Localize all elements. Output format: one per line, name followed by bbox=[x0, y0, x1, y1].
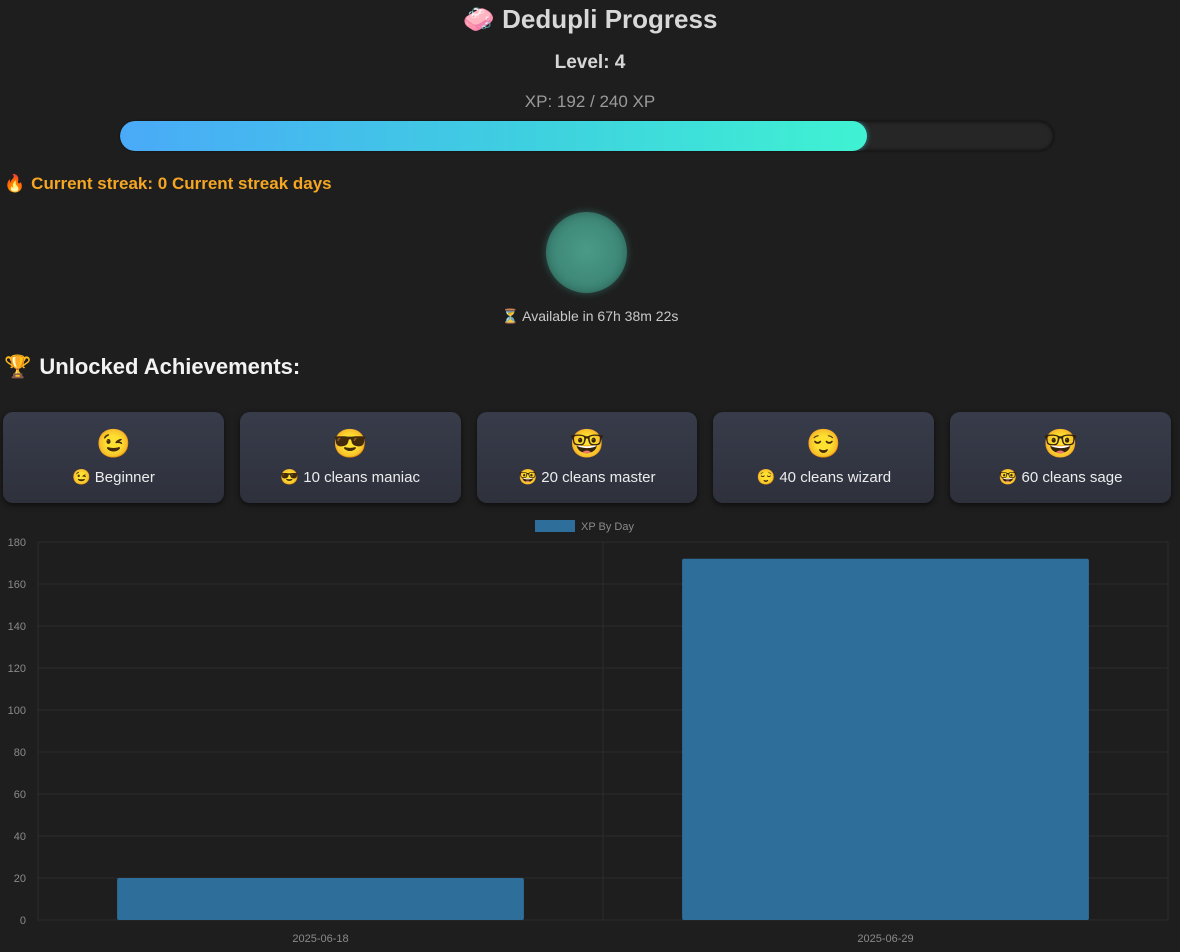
x-tick-label: 2025-06-29 bbox=[857, 933, 913, 945]
nerd-face-icon: 🤓 bbox=[1043, 428, 1079, 459]
achievement-card: 😎 😎 10 cleans maniac bbox=[239, 412, 461, 503]
achievement-card: 🤓 🤓 20 cleans master bbox=[476, 412, 698, 503]
y-tick-label: 140 bbox=[8, 621, 26, 633]
clean-action-orb[interactable] bbox=[546, 212, 627, 293]
y-tick-label: 20 bbox=[14, 873, 26, 885]
achievements-heading-text: Unlocked Achievements: bbox=[39, 354, 301, 379]
wink-face-icon: 😉 bbox=[95, 428, 131, 459]
achievement-card: 🤓 🤓 60 cleans sage bbox=[950, 412, 1171, 503]
bar bbox=[682, 558, 1089, 920]
xp-progress-bar bbox=[120, 121, 1054, 151]
y-tick-label: 60 bbox=[14, 789, 26, 801]
bar bbox=[117, 878, 524, 920]
nerd-face-icon: 🤓 bbox=[569, 428, 605, 459]
y-tick-label: 120 bbox=[8, 663, 26, 675]
achievement-label: 😌 40 cleans wizard bbox=[756, 469, 892, 486]
y-tick-label: 40 bbox=[14, 831, 26, 843]
y-tick-label: 100 bbox=[8, 705, 26, 717]
legend-label: XP By Day bbox=[581, 521, 634, 533]
achievement-card: 😌 😌 40 cleans wizard bbox=[713, 412, 935, 503]
streak-text: Current streak: 0 Current streak days bbox=[31, 174, 332, 193]
achievements-heading: 🏆 Unlocked Achievements: bbox=[4, 354, 300, 380]
achievement-card: 😉 😉 Beginner bbox=[3, 412, 224, 503]
sunglasses-face-icon: 😎 bbox=[332, 428, 368, 459]
progress-page: 🧼 Dedupli Progress Level: 4 XP: 192 / 24… bbox=[0, 0, 1180, 952]
achievement-label: 🤓 20 cleans master bbox=[518, 469, 656, 486]
x-tick-label: 2025-06-18 bbox=[292, 933, 348, 945]
y-tick-label: 0 bbox=[20, 915, 26, 927]
cooldown-timer: ⏳ Available in 67h 38m 22s bbox=[501, 308, 679, 324]
xp-progress-fill bbox=[120, 121, 868, 151]
y-tick-label: 180 bbox=[8, 537, 26, 549]
y-tick-label: 160 bbox=[8, 579, 26, 591]
xp-by-day-chart: 0 20 40 60 80 100 120 140 160 180 2025-06-18 2025-0… bbox=[0, 512, 1180, 952]
page-title: 🧼 Dedupli Progress bbox=[462, 4, 718, 34]
xp-label: XP: 192 / 240 XP bbox=[524, 92, 656, 111]
relieved-face-icon: 😌 bbox=[806, 428, 842, 459]
trophy-icon: 🏆 bbox=[4, 354, 32, 379]
achievements-list: 😉 😉 Beginner 😎 😎 10 cleans maniac 🤓 🤓 20… bbox=[3, 412, 1171, 503]
legend-swatch bbox=[535, 520, 575, 532]
y-tick-label: 80 bbox=[14, 747, 26, 759]
achievement-label: 😉 Beginner bbox=[71, 469, 155, 486]
achievement-label: 😎 10 cleans maniac bbox=[280, 469, 420, 486]
streak-indicator: 🔥 Current streak: 0 Current streak days bbox=[4, 174, 332, 194]
xp-chart-svg: 0 20 40 60 80 100 120 140 160 180 2025-06-18 2025-0… bbox=[8, 520, 1169, 945]
fire-icon: 🔥 bbox=[4, 174, 26, 193]
level-label: Level: 4 bbox=[554, 52, 626, 73]
achievement-label: 🤓 60 cleans sage bbox=[998, 469, 1123, 486]
